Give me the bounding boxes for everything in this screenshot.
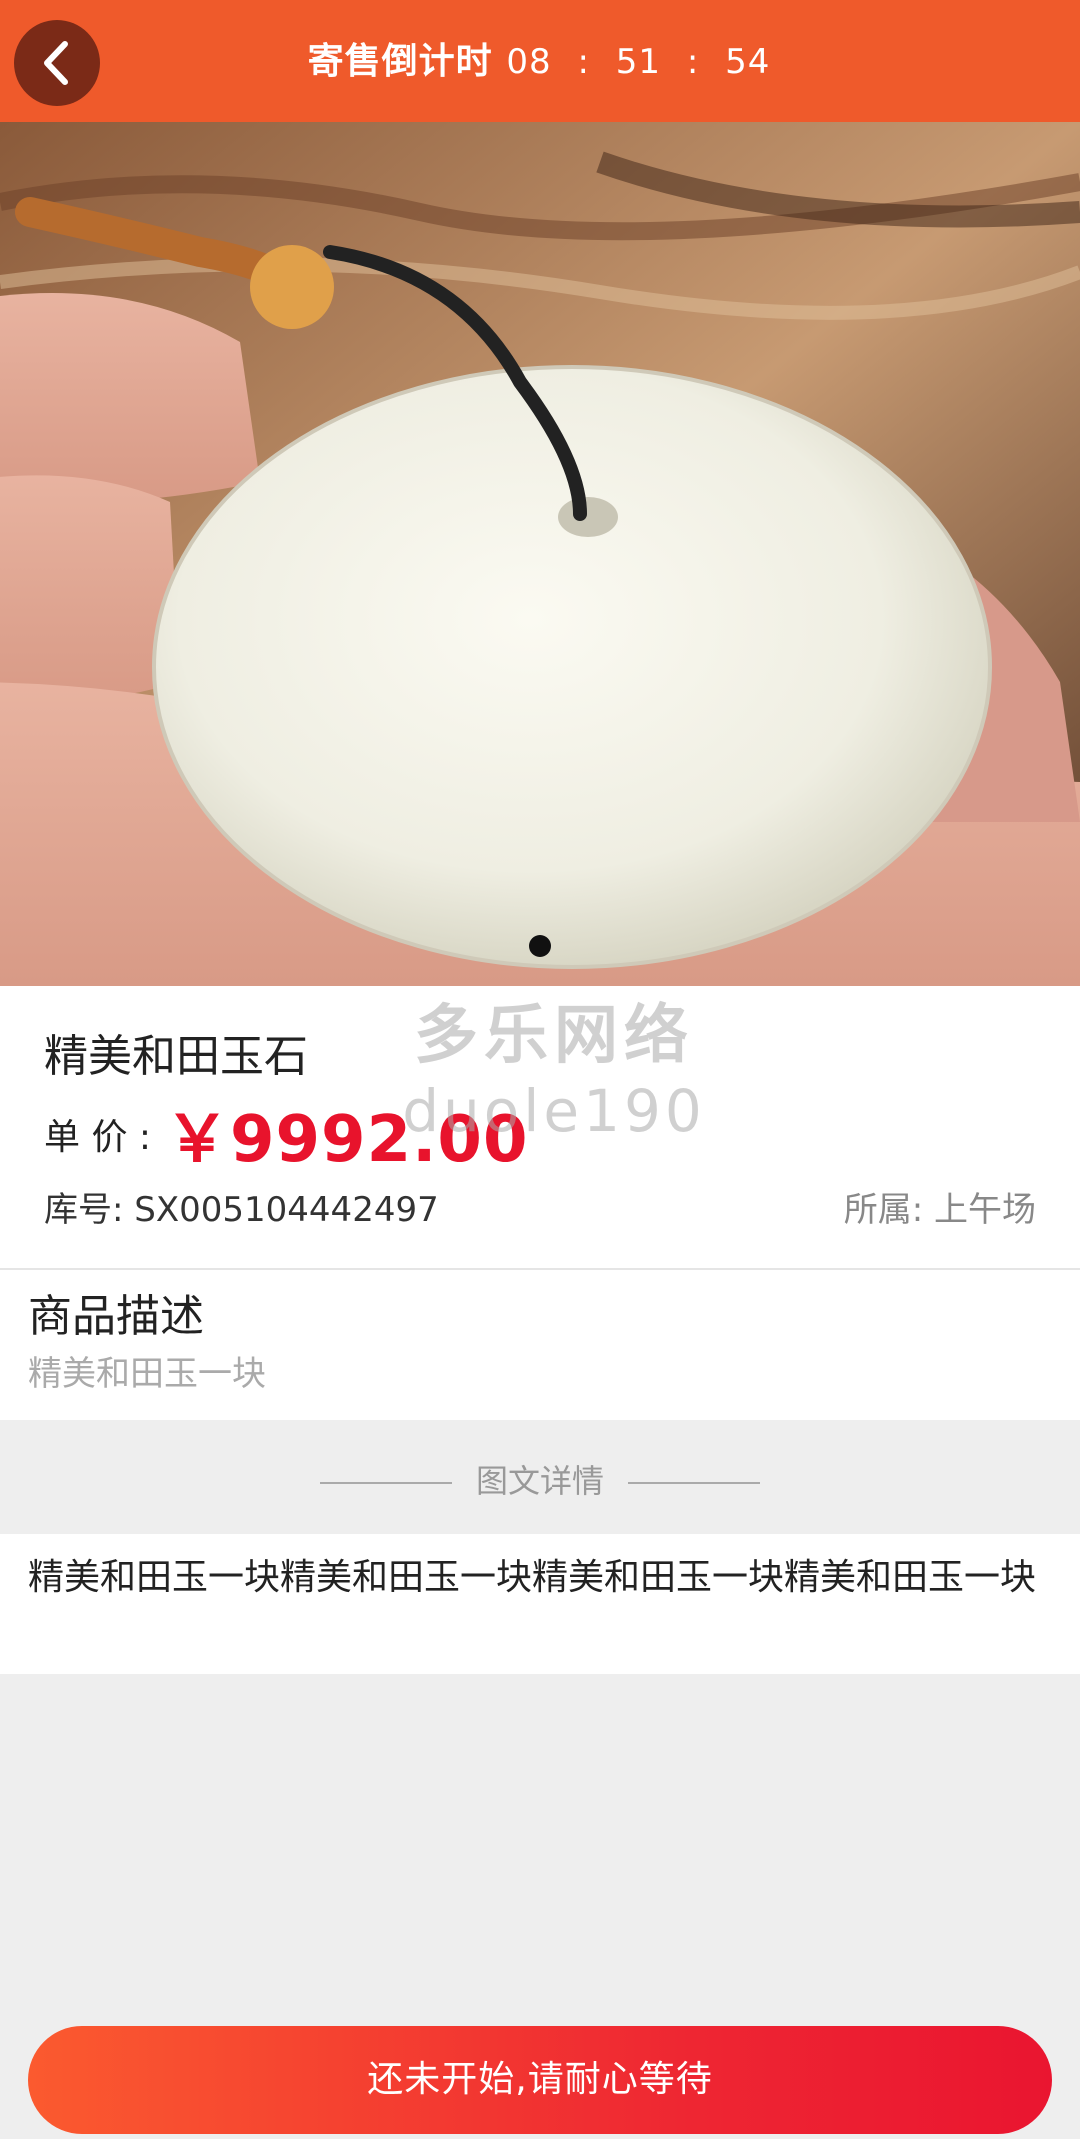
price-value: ￥9992.00 [165,1103,529,1177]
detail-section-title: 图文详情 [475,1462,604,1500]
countdown-hours: 08 [506,42,552,82]
not-started-button[interactable]: 还未开始,请耐心等待 [28,2026,1052,2134]
description-text: 精美和田玉一块 [28,1354,266,1394]
countdown-minutes: 51 [615,42,662,82]
divider-line [319,1482,452,1484]
detail-card [0,1534,1080,1674]
detail-text: 精美和田玉一块精美和田玉一块精美和田玉一块精美和田玉一块 [28,1557,1037,1598]
detail-section-header: 图文详情 [0,1456,1080,1502]
countdown-seconds: 54 [725,42,771,82]
description-title: 商品描述 [28,1291,204,1342]
price-label: 单 价 : [44,1117,152,1158]
session-belong: 所属: 上午场 [843,1190,1036,1230]
top-bar: 寄售倒计时 08 : 51 : 54 [0,0,1080,122]
countdown-title: 寄售倒计时 08 : 51 : 54 [0,34,1080,90]
divider-line [628,1482,761,1484]
countdown-separator: : [577,42,590,82]
countdown-separator: : [686,42,700,82]
product-name: 精美和田玉石 [44,1031,308,1082]
carousel-page-indicator[interactable] [529,935,551,957]
stock-number: 库号: SX005104442497 [44,1190,439,1230]
jade-pendant-photo [0,122,1080,986]
product-image-carousel[interactable] [0,122,1080,986]
countdown-label: 寄售倒计时 [307,41,493,82]
